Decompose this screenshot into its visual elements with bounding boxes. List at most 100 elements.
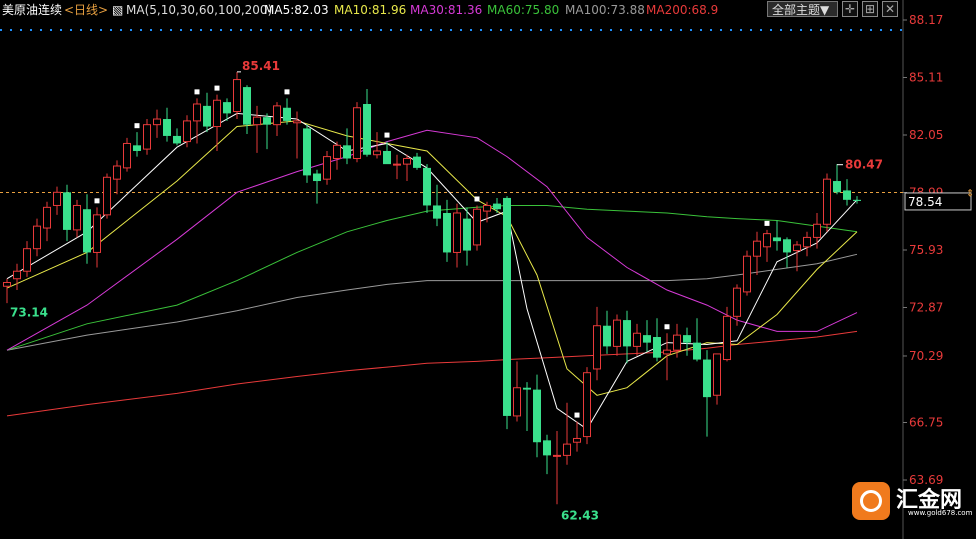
candle — [693, 318, 701, 362]
candle — [423, 164, 431, 213]
layout-grid-icon[interactable]: ⊞ — [862, 1, 878, 17]
y-tick-label: 66.75 — [909, 416, 943, 430]
candle-body — [463, 218, 471, 251]
candle-body — [163, 119, 171, 136]
y-tick-label: 72.87 — [909, 301, 943, 315]
candle-body — [133, 145, 141, 151]
candle — [723, 306, 731, 362]
symbol-name[interactable]: 美原油连续 — [2, 0, 62, 20]
candle — [743, 250, 751, 296]
ma60-value: MA60:75.80 — [487, 3, 560, 17]
candle-body — [283, 107, 291, 121]
candle — [133, 132, 141, 157]
recent-high-label: 80.47 — [845, 158, 883, 172]
candle — [473, 205, 481, 251]
candle — [763, 229, 771, 262]
candle-body — [273, 105, 281, 126]
candle-body — [523, 387, 531, 390]
candle-body — [493, 203, 501, 210]
candle-body — [73, 204, 81, 231]
candle — [403, 154, 411, 182]
candle — [703, 350, 711, 437]
candle — [173, 128, 181, 146]
candle-body — [413, 156, 421, 168]
candle-body — [473, 208, 481, 246]
candle-body — [183, 120, 191, 143]
candle-body — [343, 145, 351, 159]
grid-layer: 88.1785.1182.0578.9975.9372.8770.2966.75… — [0, 0, 974, 539]
candle — [283, 98, 291, 125]
candle — [253, 105, 261, 153]
candle — [63, 184, 71, 242]
candle — [493, 197, 501, 213]
candle-body — [33, 225, 41, 250]
candle — [773, 220, 781, 251]
candle-body — [223, 102, 231, 114]
candle — [783, 237, 791, 268]
moving-average-lines — [6, 112, 858, 430]
candle-body — [113, 165, 121, 180]
candle — [633, 323, 641, 356]
event-marker — [764, 220, 770, 226]
candle — [583, 367, 591, 445]
candle — [203, 92, 211, 133]
candle-body — [813, 223, 821, 238]
candle — [623, 310, 631, 364]
candle-body — [833, 181, 841, 193]
candle-body — [543, 440, 551, 456]
candle — [833, 164, 841, 195]
crosshair-icon[interactable]: ✛ — [842, 1, 858, 17]
candle — [73, 199, 81, 238]
candle-body — [733, 287, 741, 317]
low-label: 62.43 — [561, 509, 599, 523]
candle — [3, 278, 11, 304]
candle-body — [643, 335, 651, 343]
candle-body — [203, 105, 211, 127]
candle-body — [13, 270, 21, 280]
candle — [323, 150, 331, 185]
candle-body — [483, 204, 491, 212]
candle — [113, 160, 121, 195]
period-label[interactable]: <日线> — [64, 0, 108, 20]
candle-body — [553, 454, 561, 457]
candle — [233, 72, 241, 120]
candle-body — [803, 236, 811, 248]
candle-body — [383, 150, 391, 165]
candle — [143, 119, 151, 155]
candle-body — [633, 332, 641, 347]
candle — [263, 113, 271, 150]
candle-body — [263, 117, 271, 125]
candle — [273, 102, 281, 136]
candle-body — [443, 212, 451, 253]
event-marker — [664, 324, 670, 330]
price-annotations: 85.41 62.43 73.14 80.47 — [10, 59, 883, 523]
candle-body — [353, 107, 361, 159]
candle-body — [683, 335, 691, 343]
close-icon[interactable]: ✕ — [882, 1, 898, 17]
candle-body — [433, 205, 441, 219]
candle-body — [213, 99, 221, 128]
ma30-value: MA30:81.36 — [410, 3, 483, 17]
candle — [333, 141, 341, 170]
candle-body — [753, 240, 761, 257]
candle — [603, 310, 611, 354]
candle — [363, 88, 371, 157]
candle — [663, 333, 671, 381]
candle-body — [93, 214, 101, 253]
current-price-label: 78.54 — [908, 195, 942, 209]
chart-icon: ▧ — [112, 3, 124, 17]
ma-params[interactable]: MA(5,10,30,60,100,200) — [126, 0, 272, 20]
candle-body — [743, 255, 751, 293]
candle — [533, 374, 541, 458]
theme-select-button[interactable]: 全部主题▼ — [767, 1, 838, 17]
event-marker — [214, 85, 220, 91]
candle-body — [823, 178, 831, 225]
candle — [713, 353, 721, 405]
y-tick-label: 85.11 — [909, 71, 943, 85]
candle — [343, 128, 351, 165]
candle-body — [583, 372, 591, 438]
candle-body — [723, 315, 731, 361]
candle-body — [563, 443, 571, 456]
candle-body — [623, 320, 631, 347]
candle — [733, 284, 741, 326]
